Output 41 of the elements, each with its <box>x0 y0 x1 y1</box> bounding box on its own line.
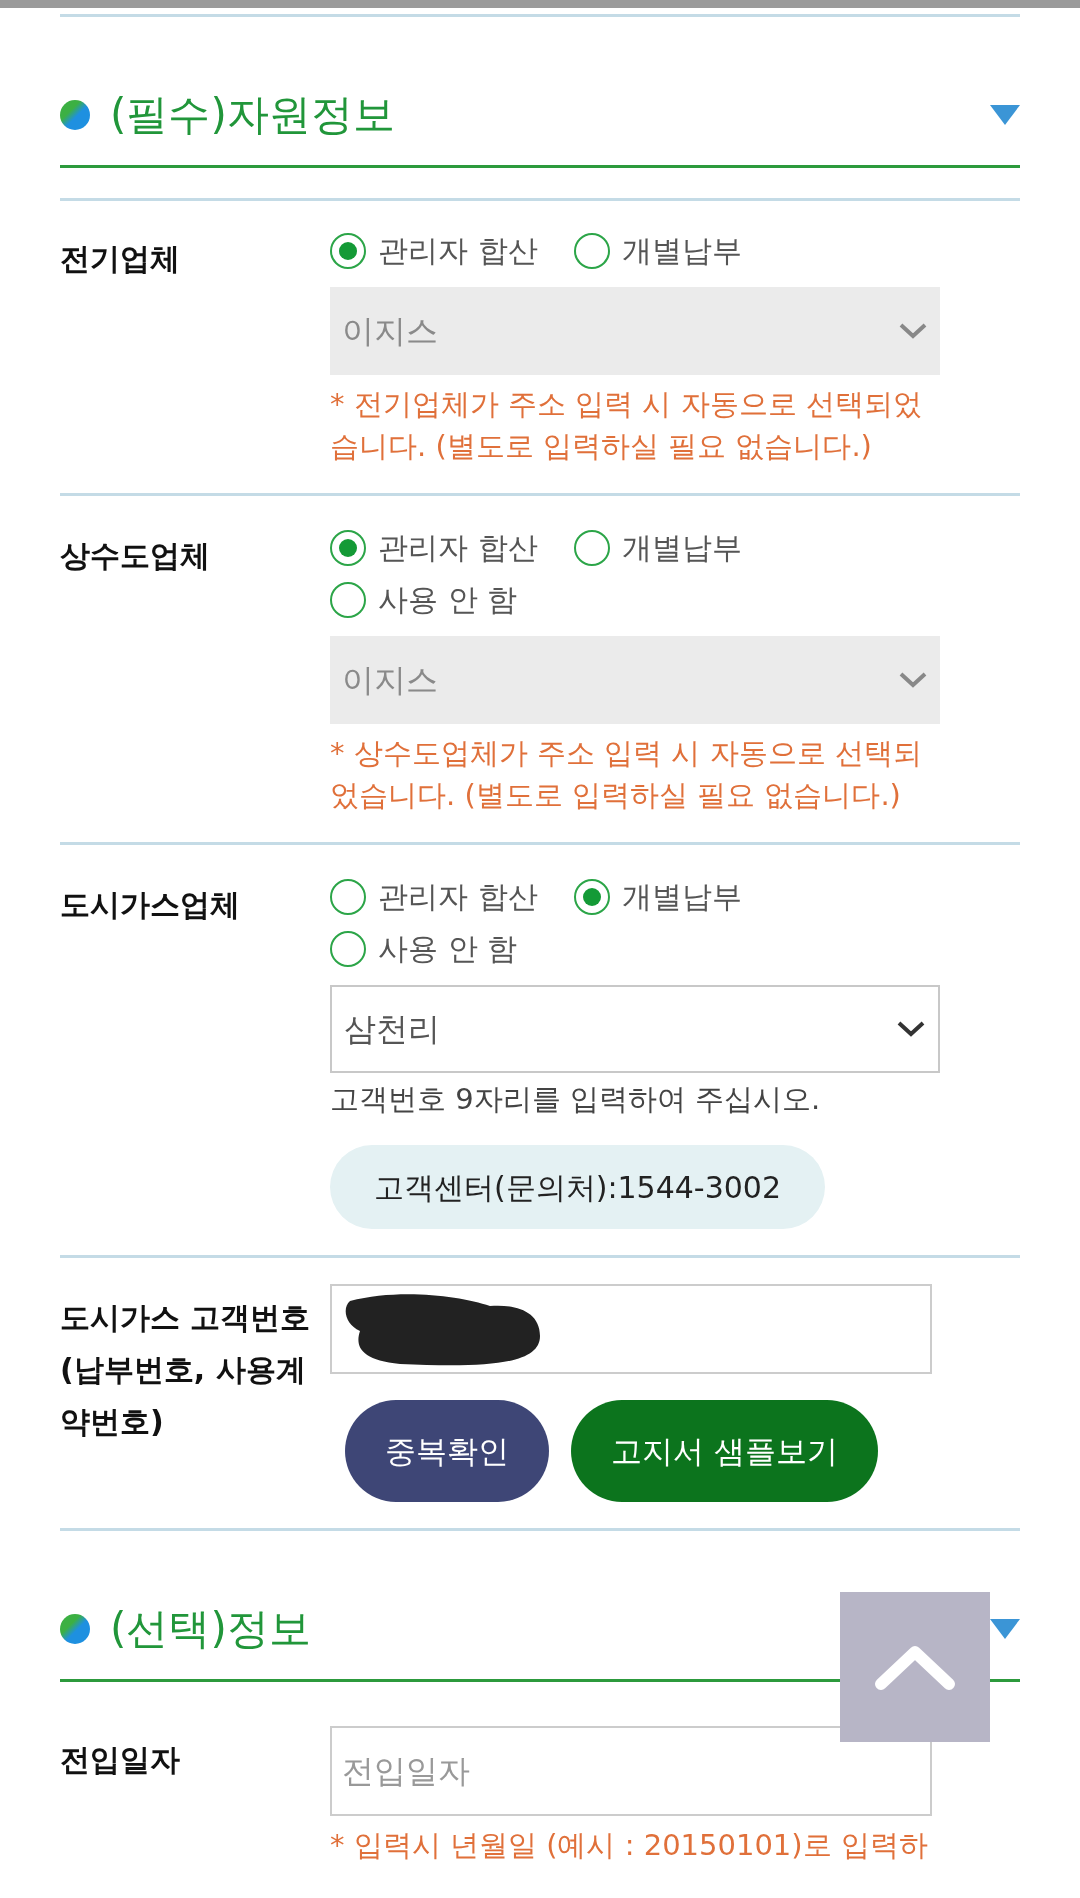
radio-button[interactable] <box>330 582 366 618</box>
radio-option[interactable]: 관리자 합산 <box>330 225 538 277</box>
action-button[interactable]: 중복확인 <box>345 1400 549 1502</box>
radio-option[interactable]: 관리자 합산 <box>330 522 538 574</box>
radio-button[interactable] <box>330 931 366 967</box>
radio-option[interactable]: 개별납부 <box>573 225 742 277</box>
radio-option[interactable]: 사용 안 함 <box>330 574 518 626</box>
radio-option[interactable]: 개별납부 <box>573 522 742 574</box>
radio-button[interactable] <box>573 233 610 269</box>
field-label: 전기업체 <box>60 240 181 278</box>
radio-option[interactable]: 개별납부 <box>573 871 742 923</box>
action-button[interactable]: 고지서 샘플보기 <box>571 1400 878 1502</box>
radio-button[interactable] <box>573 530 610 566</box>
section-bullet-icon <box>60 100 90 130</box>
radio-button[interactable] <box>330 879 366 915</box>
help-text: 고객번호 9자리를 입력하여 주십시오. <box>330 1081 822 1118</box>
chevron-up-icon <box>875 1644 955 1690</box>
radio-button[interactable] <box>330 233 366 269</box>
dropdown-select[interactable]: 삼천리 <box>330 985 940 1073</box>
radio-button[interactable] <box>330 530 366 566</box>
chevron-down-icon <box>896 1020 926 1038</box>
field-label: 도시가스 고객번호 (납부번호, 사용계약번호) <box>60 1299 312 1441</box>
notice-text: * 전기업체가 주소 입력 시 자동으로 선택되었습니다. (별도로 입력하실 필요 없습니다.) <box>330 386 923 465</box>
field-label: 도시가스업체 <box>60 886 241 924</box>
chevron-down-icon <box>898 671 928 689</box>
triangle-down-icon[interactable] <box>990 1617 1020 1641</box>
radio-option[interactable]: 관리자 합산 <box>330 871 538 923</box>
notice-text: * 입력시 년월일 (예시 : 20150101)로 입력하 <box>330 1827 929 1864</box>
scroll-to-top-button[interactable] <box>840 1592 990 1742</box>
field-label: 상수도업체 <box>60 537 211 575</box>
radio-button[interactable] <box>573 879 610 915</box>
notice-text: * 상수도업체가 주소 입력 시 자동으로 선택되었습니다. (별도로 입력하실 필요 없습니다.) <box>330 735 923 814</box>
input-field[interactable] <box>330 1284 932 1374</box>
field-label: 전입일자 <box>60 1741 181 1779</box>
section-bullet-icon <box>60 1614 90 1644</box>
customer-center-button[interactable]: 고객센터(문의처):1544-3002 <box>330 1145 826 1229</box>
section-title: (필수)자원정보 <box>110 89 396 141</box>
chevron-down-icon <box>898 322 928 340</box>
radio-option[interactable]: 사용 안 함 <box>330 923 518 975</box>
section-title: (선택)정보 <box>110 1603 312 1655</box>
triangle-down-icon[interactable] <box>990 103 1020 127</box>
